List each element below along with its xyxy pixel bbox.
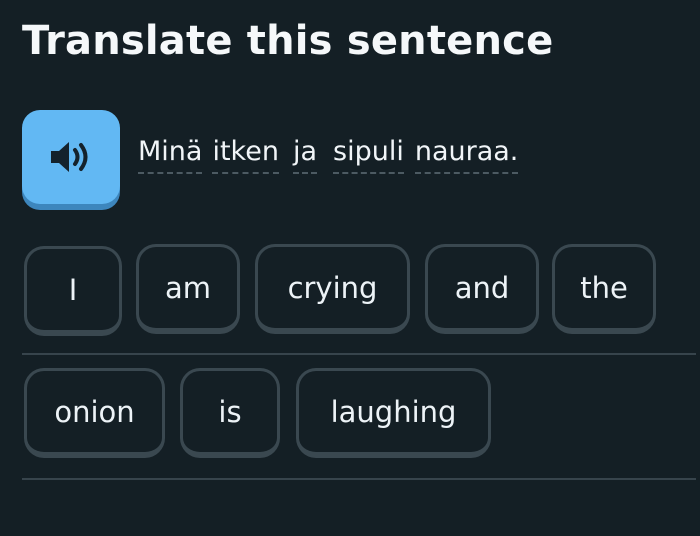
prompt-sentence: Minä itken ja sipuli nauraa. (138, 136, 519, 174)
play-audio-button[interactable] (22, 110, 120, 204)
answer-line-1 (22, 353, 696, 355)
word-tile-and[interactable]: and (425, 244, 539, 334)
word-tile-onion[interactable]: onion (24, 368, 165, 458)
prompt-word-nauraa[interactable]: nauraa. (414, 136, 519, 174)
prompt-word-ja[interactable]: ja (292, 136, 318, 174)
word-tile-the[interactable]: the (552, 244, 656, 334)
page-title: Translate this sentence (22, 18, 554, 64)
prompt-row: Minä itken ja sipuli nauraa. (22, 110, 519, 204)
prompt-word-mina[interactable]: Minä (138, 136, 203, 174)
prompt-word-itken[interactable]: itken (212, 136, 279, 174)
answer-line-2 (22, 478, 696, 480)
speaker-icon (47, 137, 95, 177)
word-tile-crying[interactable]: crying (255, 244, 410, 334)
word-tile-i[interactable]: I (24, 246, 122, 336)
word-tile-am[interactable]: am (136, 244, 240, 334)
prompt-word-sipuli[interactable]: sipuli (333, 136, 404, 174)
word-tile-laughing[interactable]: laughing (296, 368, 491, 458)
word-tile-is[interactable]: is (180, 368, 280, 458)
